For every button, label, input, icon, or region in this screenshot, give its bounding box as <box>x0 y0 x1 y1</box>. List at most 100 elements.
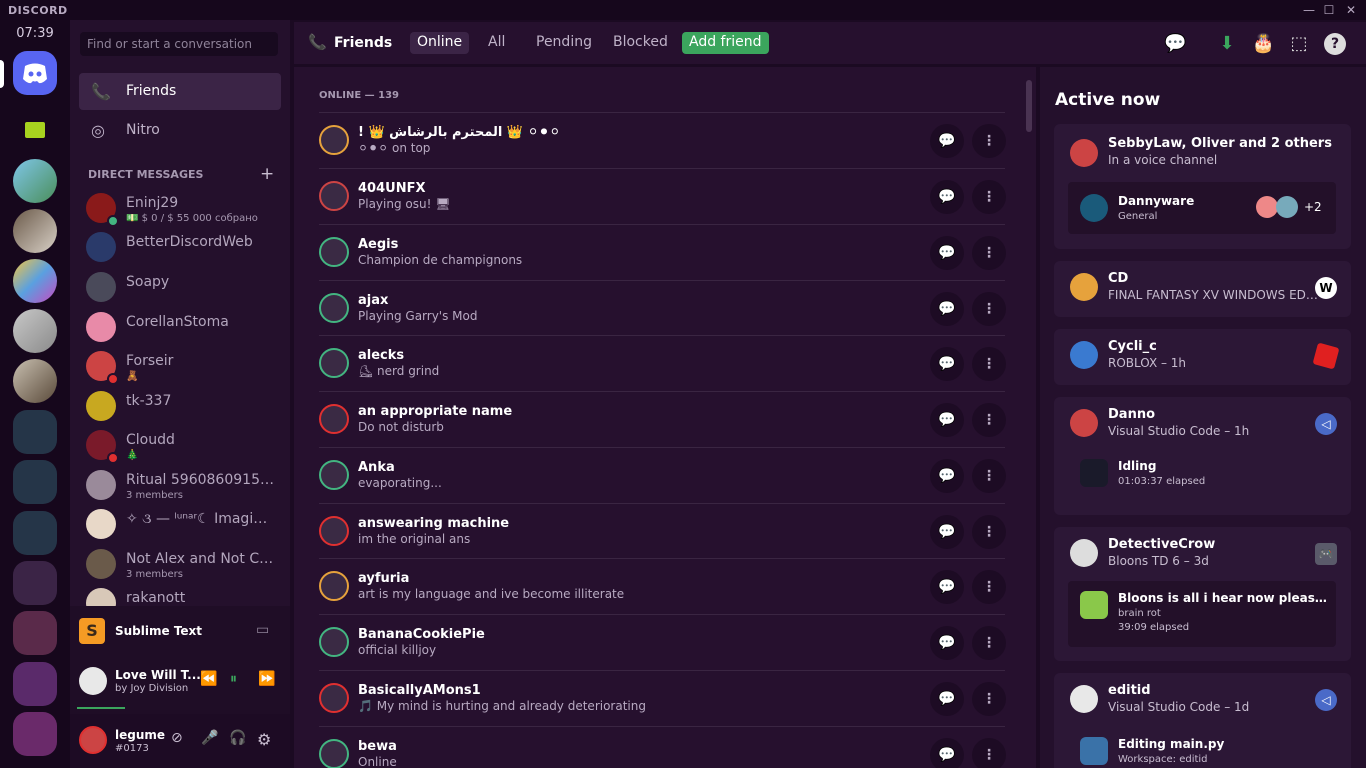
message-icon[interactable]: 💬 <box>930 124 964 158</box>
dm-item[interactable]: rakanott <box>79 584 281 606</box>
more-options-icon[interactable]: ⋮ <box>972 459 1006 493</box>
friend-row[interactable]: answearing machine im the original ans 💬 ⋮ <box>319 503 1006 559</box>
message-icon[interactable]: 💬 <box>930 180 964 214</box>
more-options-icon[interactable]: ⋮ <box>972 292 1006 326</box>
more-options-icon[interactable]: ⋮ <box>972 236 1006 270</box>
nav-nitro[interactable]: ◎ Nitro <box>79 112 281 149</box>
message-icon[interactable]: 💬 <box>930 570 964 604</box>
server-folder-icon[interactable] <box>13 561 57 605</box>
message-icon[interactable]: 💬 <box>930 515 964 549</box>
tab-all[interactable]: All <box>481 32 512 54</box>
friend-row[interactable]: ajax Playing Garry's Mod 💬 ⋮ <box>319 280 1006 336</box>
home-button[interactable] <box>13 51 57 95</box>
server-icon[interactable] <box>13 259 57 303</box>
more-options-icon[interactable]: ⋮ <box>972 403 1006 437</box>
friend-row[interactable]: 404UNFX Playing osu! 🖥 💬 ⋮ <box>319 168 1006 224</box>
close-button[interactable]: ✕ <box>1343 2 1359 18</box>
dm-item[interactable]: ✧ ૩ — ˡᵘⁿᵃʳ☾ Imagine —... <box>79 505 281 545</box>
server-folder-icon[interactable] <box>13 511 57 555</box>
more-options-icon[interactable]: ⋮ <box>972 682 1006 716</box>
camera-off-icon[interactable]: ⊘ <box>171 730 183 746</box>
screen-share-icon[interactable]: ▭ <box>256 622 269 638</box>
message-icon[interactable]: 💬 <box>930 459 964 493</box>
active-card[interactable]: Cycli_c ROBLOX – 1h <box>1054 329 1351 385</box>
add-friend-button[interactable]: Add friend <box>682 32 769 54</box>
server-folder-icon[interactable] <box>13 712 57 756</box>
server-folder-icon[interactable] <box>13 460 57 504</box>
dm-item[interactable]: tk-337 <box>79 387 281 427</box>
message-icon[interactable]: 💬 <box>930 292 964 326</box>
active-card[interactable]: editid Visual Studio Code – 1d ◁ Editing… <box>1054 673 1351 768</box>
dm-item[interactable]: CorellanStoma <box>79 308 281 348</box>
active-card[interactable]: SebbyLaw, Oliver and 2 others In a voice… <box>1054 124 1351 249</box>
pause-icon[interactable]: ⏸ <box>230 671 237 687</box>
previous-track-icon[interactable]: ⏪ <box>200 671 217 687</box>
tab-pending[interactable]: Pending <box>529 32 599 54</box>
message-icon[interactable]: 💬 <box>930 682 964 716</box>
server-icon[interactable] <box>13 309 57 353</box>
message-icon[interactable]: 💬 <box>930 738 964 768</box>
download-icon[interactable]: ⬇ <box>1216 33 1238 55</box>
minimize-button[interactable]: — <box>1301 2 1317 18</box>
dm-item[interactable]: Cloudd 🎄 <box>79 426 281 466</box>
more-options-icon[interactable]: ⋮ <box>972 180 1006 214</box>
active-card[interactable]: DetectiveCrow Bloons TD 6 – 3d 🎮 Bloons … <box>1054 527 1351 661</box>
rich-presence-elapsed: 01:03:37 elapsed <box>1118 476 1206 487</box>
friend-row[interactable]: ayfuria art is my language and ive become… <box>319 558 1006 614</box>
active-card[interactable]: Danno Visual Studio Code – 1h ◁ Idling 0… <box>1054 397 1351 515</box>
tab-online[interactable]: Online <box>410 32 470 54</box>
dm-item[interactable]: Soapy <box>79 268 281 308</box>
server-icon[interactable] <box>13 209 57 253</box>
dm-item[interactable]: Not Alex and Not Cat... 3 members <box>79 545 281 585</box>
friend-row[interactable]: Anka evaporating... 💬 ⋮ <box>319 447 1006 503</box>
search-input[interactable]: Find or start a conversation <box>80 32 278 56</box>
nav-friends[interactable]: 📞 Friends <box>79 73 281 110</box>
more-options-icon[interactable]: ⋮ <box>972 738 1006 768</box>
new-group-dm-icon[interactable]: 💬 <box>1164 33 1186 55</box>
more-options-icon[interactable]: ⋮ <box>972 347 1006 381</box>
nitro-gift-icon[interactable]: 🎂 <box>1252 33 1274 55</box>
friend-row[interactable]: BananaCookiePie official killjoy 💬 ⋮ <box>319 614 1006 670</box>
avatar[interactable] <box>79 726 107 754</box>
help-icon[interactable]: ? <box>1324 33 1346 55</box>
track-progress[interactable] <box>77 707 125 709</box>
active-card[interactable]: CD FINAL FANTASY XV WINDOWS EDITION W <box>1054 261 1351 317</box>
voice-channel-box[interactable]: Dannyware General +2 <box>1068 182 1336 234</box>
tab-blocked[interactable]: Blocked <box>606 32 675 54</box>
scrollbar[interactable] <box>1026 80 1032 132</box>
dm-item[interactable]: Eninj29 💵 $ 0 / $ 55 000 собрано <box>79 189 281 229</box>
friend-row[interactable]: an appropriate name Do not disturb 💬 ⋮ <box>319 391 1006 447</box>
server-icon[interactable] <box>13 159 57 203</box>
friend-row[interactable]: Aegis Champion de champignons 💬 ⋮ <box>319 224 1006 280</box>
discord-logo-icon <box>23 63 47 84</box>
create-dm-button[interactable]: + <box>260 164 274 184</box>
next-track-icon[interactable]: ⏩ <box>258 671 275 687</box>
server-icon[interactable] <box>13 359 57 403</box>
server-folder-icon[interactable] <box>13 662 57 706</box>
mute-icon[interactable]: 🎤 <box>201 730 218 746</box>
more-options-icon[interactable]: ⋮ <box>972 515 1006 549</box>
more-options-icon[interactable]: ⋮ <box>972 124 1006 158</box>
dm-item[interactable]: BetterDiscordWeb <box>79 228 281 268</box>
message-icon[interactable]: 💬 <box>930 626 964 660</box>
message-icon[interactable]: 💬 <box>930 236 964 270</box>
friend-row[interactable]: alecks ⛸ nerd grind 💬 ⋮ <box>319 335 1006 391</box>
inbox-icon[interactable]: ⬚ <box>1288 33 1310 55</box>
more-options-icon[interactable]: ⋮ <box>972 570 1006 604</box>
nav-friends-label: Friends <box>126 83 177 99</box>
friend-row[interactable]: ! 👑 المحترم بالرشاش 👑 ⚪⚫⚪ ⚪⚫⚪ on top 💬 ⋮ <box>319 112 1006 168</box>
friend-row[interactable]: bewa Online 💬 ⋮ <box>319 726 1006 768</box>
friend-row[interactable]: BasicallyAMons1 🎵 My mind is hurting and … <box>319 670 1006 726</box>
message-icon[interactable]: 💬 <box>930 403 964 437</box>
more-options-icon[interactable]: ⋮ <box>972 626 1006 660</box>
rich-presence-details: Editing main.py <box>1118 737 1225 751</box>
deafen-icon[interactable]: 🎧 <box>229 730 246 746</box>
server-folder-icon[interactable] <box>13 108 57 152</box>
message-icon[interactable]: 💬 <box>930 347 964 381</box>
maximize-button[interactable]: ☐ <box>1321 2 1337 18</box>
settings-icon[interactable]: ⚙ <box>257 730 271 749</box>
dm-item[interactable]: Forseir 🧸 <box>79 347 281 387</box>
dm-item[interactable]: Ritual 59608609159... 3 members <box>79 466 281 506</box>
server-folder-icon[interactable] <box>13 410 57 454</box>
server-folder-icon[interactable] <box>13 611 57 655</box>
